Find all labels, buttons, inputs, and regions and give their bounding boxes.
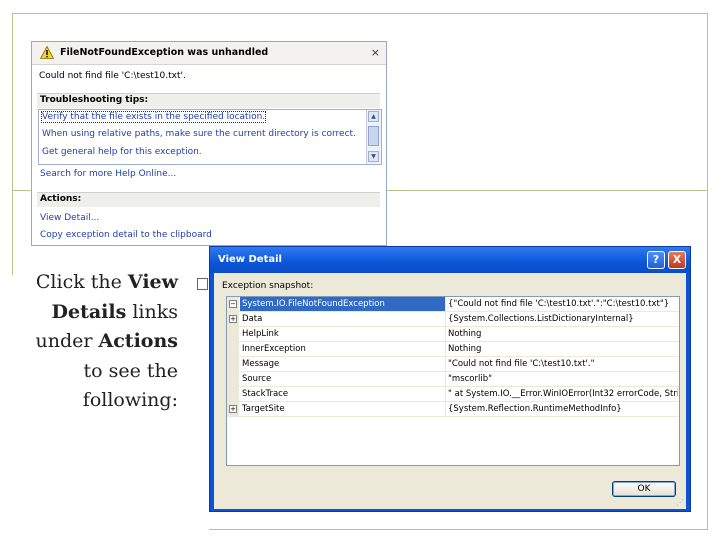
property-name: InnerException xyxy=(242,344,306,354)
exception-property-grid[interactable]: − System.IO.FileNotFoundException {"Coul… xyxy=(226,296,680,466)
dialog-titlebar[interactable]: View Detail ? X xyxy=(210,247,690,273)
property-row[interactable]: StackTrace " at System.IO.__Error.WinIOE… xyxy=(227,387,679,402)
slide-rule-left xyxy=(12,13,13,275)
property-value: Nothing xyxy=(448,329,482,339)
assistant-header: FileNotFoundException was unhandled × xyxy=(32,42,386,65)
close-button[interactable]: X xyxy=(668,251,686,269)
tip-link[interactable]: When using relative paths, make sure the… xyxy=(42,129,356,139)
column-divider xyxy=(445,342,446,356)
property-row[interactable]: − System.IO.FileNotFoundException {"Coul… xyxy=(227,297,679,312)
view-detail-dialog: View Detail ? X Exception snapshot: − Sy… xyxy=(209,246,691,512)
close-icon[interactable]: × xyxy=(371,46,380,59)
scroll-down-icon[interactable]: ▼ xyxy=(368,151,379,162)
column-divider xyxy=(445,402,446,416)
property-row[interactable]: + Data {System.Collections.ListDictionar… xyxy=(227,312,679,327)
slide-text-span: links xyxy=(126,300,178,323)
exception-assistant-popup: FileNotFoundException was unhandled × Co… xyxy=(31,41,387,246)
column-divider xyxy=(445,372,446,386)
property-value: {System.Reflection.RuntimeMethodInfo} xyxy=(448,404,622,414)
tip-link[interactable]: Verify that the file exists in the speci… xyxy=(40,111,267,123)
ok-button[interactable]: OK xyxy=(612,481,676,497)
property-name: Data xyxy=(242,314,263,324)
row-gutter xyxy=(227,372,239,386)
tip-link[interactable]: Get general help for this exception. xyxy=(42,147,202,157)
slide-text-span: under xyxy=(35,330,99,352)
row-gutter xyxy=(227,327,239,341)
row-gutter xyxy=(227,342,239,356)
row-gutter xyxy=(227,357,239,371)
warning-icon xyxy=(40,46,54,59)
column-divider xyxy=(445,312,446,326)
property-row[interactable]: HelpLink Nothing xyxy=(227,327,679,342)
property-value: "Could not find file 'C:\test10.txt'." xyxy=(448,359,595,369)
slide-text-bold: View xyxy=(127,271,178,293)
slide-text-line: following: xyxy=(82,389,178,411)
property-name: HelpLink xyxy=(242,329,279,339)
search-online-link[interactable]: Search for more Help Online... xyxy=(40,169,176,179)
dialog-client-area: Exception snapshot: − System.IO.FileNotF… xyxy=(214,273,686,509)
property-row[interactable]: InnerException Nothing xyxy=(227,342,679,357)
column-divider xyxy=(445,297,446,311)
property-name: StackTrace xyxy=(242,389,289,399)
row-gutter xyxy=(227,387,239,401)
view-detail-link[interactable]: View Detail... xyxy=(40,213,99,223)
dialog-title: View Detail xyxy=(218,254,282,265)
property-name: TargetSite xyxy=(242,404,285,414)
slide-rule-bottom xyxy=(209,529,708,530)
property-row[interactable]: Message "Could not find file 'C:\test10.… xyxy=(227,357,679,372)
scroll-up-icon[interactable]: ▲ xyxy=(368,111,379,122)
troubleshooting-tips-list: Verify that the file exists in the speci… xyxy=(38,109,382,165)
property-value: {"Could not find file 'C:\test10.txt'.":… xyxy=(448,299,670,309)
slide-text-line: to see the xyxy=(83,359,178,382)
slide-rule-right xyxy=(707,13,708,530)
tips-section-header: Troubleshooting tips: xyxy=(37,93,380,108)
slide-text-span: Click the xyxy=(35,271,128,293)
scroll-thumb[interactable] xyxy=(368,126,379,146)
actions-heading: Actions: xyxy=(40,194,82,204)
help-button[interactable]: ? xyxy=(647,251,665,269)
assistant-title: FileNotFoundException was unhandled xyxy=(60,47,269,58)
copy-detail-link[interactable]: Copy exception detail to the clipboard xyxy=(40,230,212,240)
expand-icon[interactable]: + xyxy=(229,315,237,323)
slide-body-text: Click the View Details links under Actio… xyxy=(8,268,178,416)
snapshot-label: Exception snapshot: xyxy=(222,281,314,291)
tips-scrollbar[interactable]: ▲ ▼ xyxy=(366,110,381,164)
column-divider xyxy=(445,357,446,371)
property-name: Source xyxy=(242,374,272,384)
bullet-placeholder-icon xyxy=(197,278,208,290)
resize-grip-icon[interactable]: ⋰ xyxy=(676,498,684,507)
property-value: {System.Collections.ListDictionaryIntern… xyxy=(448,314,634,324)
column-divider xyxy=(445,327,446,341)
slide-rule-top xyxy=(12,13,708,14)
exception-message: Could not find file 'C:\test10.txt'. xyxy=(39,71,186,81)
actions-section-header: Actions: xyxy=(37,192,380,207)
property-value: Nothing xyxy=(448,344,482,354)
slide-text-bold: Details xyxy=(51,300,127,323)
property-row[interactable]: Source "mscorlib" xyxy=(227,372,679,387)
property-value: " at System.IO.__Error.WinIOError(Int32 … xyxy=(448,389,678,399)
slide-text-bold: Actions xyxy=(98,330,179,352)
property-name: System.IO.FileNotFoundException xyxy=(240,297,445,311)
column-divider xyxy=(445,387,446,401)
property-value: "mscorlib" xyxy=(448,374,493,384)
property-name: Message xyxy=(242,359,280,369)
expand-icon[interactable]: + xyxy=(229,405,237,413)
tips-heading: Troubleshooting tips: xyxy=(40,95,149,105)
collapse-icon[interactable]: − xyxy=(229,300,237,308)
property-row[interactable]: + TargetSite {System.Reflection.RuntimeM… xyxy=(227,402,679,417)
